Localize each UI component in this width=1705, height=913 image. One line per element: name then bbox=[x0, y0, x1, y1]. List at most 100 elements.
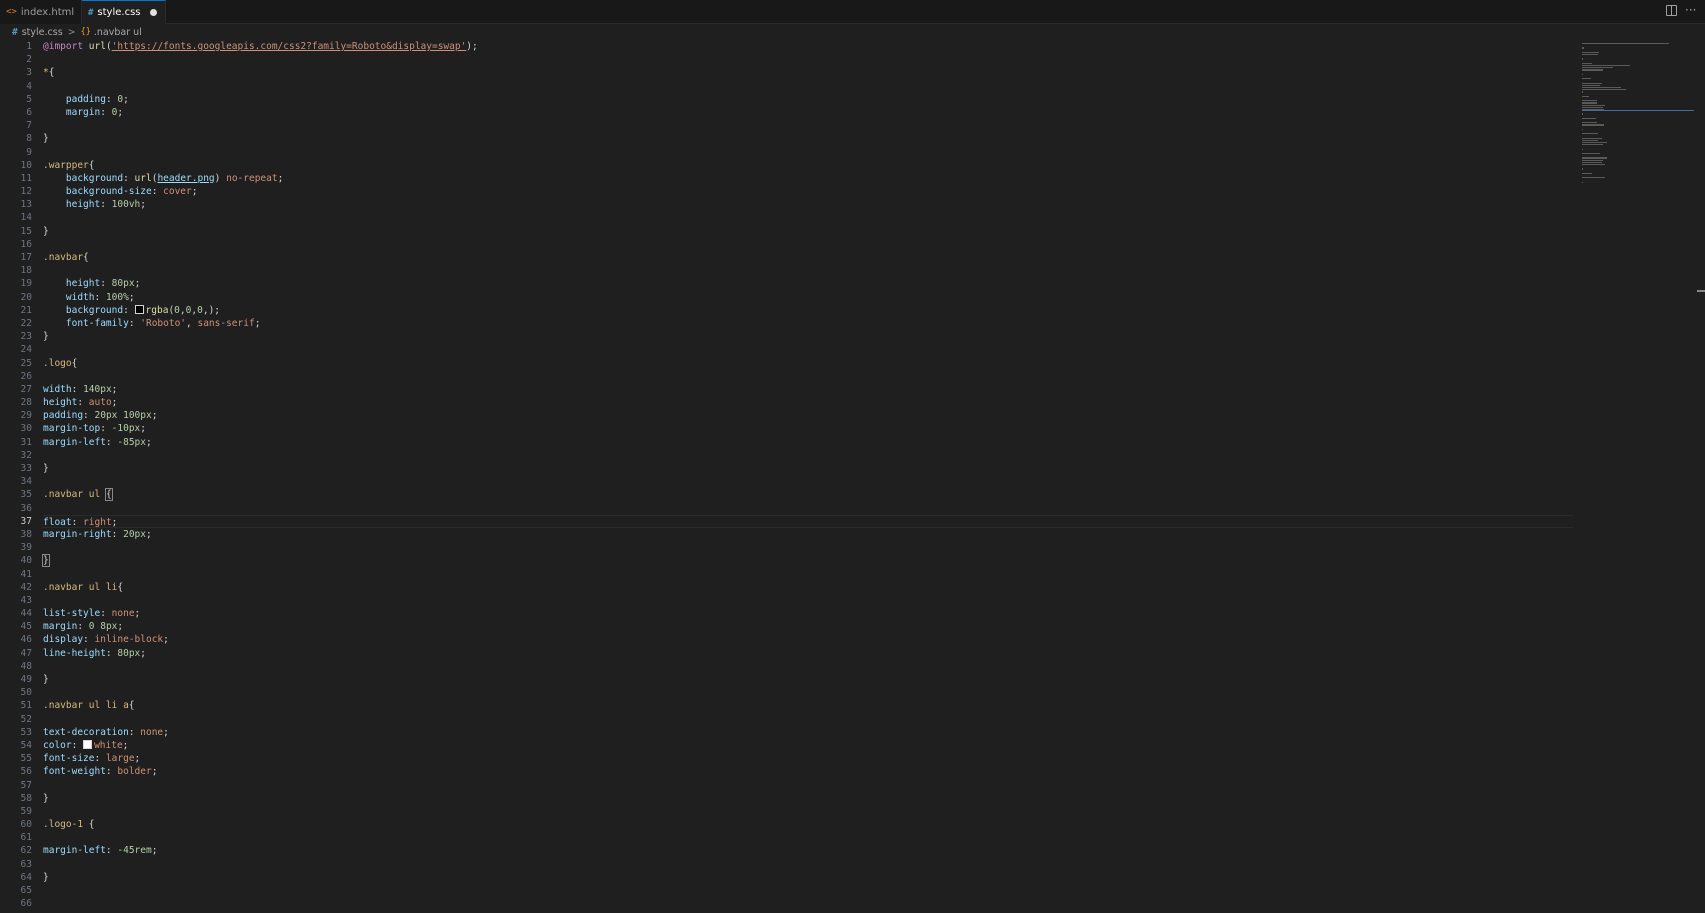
code-line[interactable] bbox=[43, 831, 1573, 844]
code-line[interactable]: margin-top: -10px; bbox=[43, 422, 1573, 435]
code-line[interactable] bbox=[43, 884, 1573, 897]
code-token: 80px bbox=[111, 278, 135, 290]
code-line[interactable] bbox=[43, 660, 1573, 673]
minimap[interactable] bbox=[1582, 40, 1694, 210]
code-line[interactable]: } bbox=[43, 132, 1573, 145]
code-line[interactable] bbox=[43, 713, 1573, 726]
breadcrumb-symbol[interactable]: .navbar ul bbox=[94, 27, 142, 38]
code-line[interactable]: float: right; bbox=[43, 514, 1573, 528]
tab-style-css[interactable]: # style.css bbox=[82, 0, 166, 24]
line-number: 38 bbox=[20, 528, 32, 540]
code-line[interactable]: text-decoration: none; bbox=[43, 726, 1573, 739]
code-line[interactable]: font-family: 'Roboto', sans-serif; bbox=[43, 317, 1573, 330]
code-line[interactable] bbox=[43, 449, 1573, 462]
code-line[interactable] bbox=[43, 146, 1573, 159]
line-number: 5 bbox=[26, 93, 32, 105]
code-line[interactable]: font-size: large; bbox=[43, 752, 1573, 765]
code-line[interactable]: margin-left: -85px; bbox=[43, 436, 1573, 449]
code-line[interactable]: list-style: none; bbox=[43, 607, 1573, 620]
code-line[interactable]: margin: 0; bbox=[43, 106, 1573, 119]
line-number: 28 bbox=[20, 397, 32, 409]
code-line[interactable] bbox=[43, 343, 1573, 356]
code-line[interactable] bbox=[43, 897, 1573, 910]
code-line[interactable] bbox=[43, 264, 1573, 277]
code-line[interactable]: margin: 0 8px; bbox=[43, 620, 1573, 633]
code-line[interactable] bbox=[43, 475, 1573, 488]
code-line[interactable]: padding: 0; bbox=[43, 93, 1573, 106]
code-line[interactable] bbox=[43, 686, 1573, 699]
code-line[interactable] bbox=[43, 568, 1573, 581]
code-line[interactable]: *{ bbox=[43, 66, 1573, 79]
line-number: 61 bbox=[20, 832, 32, 844]
line-number: 58 bbox=[20, 792, 32, 804]
split-editor-icon[interactable] bbox=[1666, 5, 1677, 16]
code-token: margin-left bbox=[43, 436, 106, 448]
code-line[interactable]: display: inline-block; bbox=[43, 633, 1573, 646]
minimap-line bbox=[1582, 164, 1605, 166]
code-line[interactable] bbox=[43, 541, 1573, 554]
code-line[interactable]: } bbox=[43, 462, 1573, 475]
code-line[interactable]: } bbox=[43, 871, 1573, 884]
code-line[interactable] bbox=[43, 502, 1573, 515]
code-token: : bbox=[100, 278, 112, 290]
line-number: 13 bbox=[20, 199, 32, 211]
code-line[interactable] bbox=[43, 370, 1573, 383]
code-line[interactable]: .navbar ul li a{ bbox=[43, 699, 1573, 712]
line-number: 19 bbox=[20, 278, 32, 290]
minimap-line bbox=[1582, 124, 1604, 126]
code-line[interactable]: line-height: 80px; bbox=[43, 647, 1573, 660]
code-line[interactable] bbox=[43, 53, 1573, 66]
code-token: rgba bbox=[145, 304, 169, 316]
code-line[interactable]: padding: 20px 100px; bbox=[43, 409, 1573, 422]
more-actions-icon[interactable]: ··· bbox=[1685, 3, 1696, 17]
code-line[interactable]: @import url('https://fonts.googleapis.co… bbox=[43, 40, 1573, 53]
code-line[interactable]: } bbox=[43, 673, 1573, 686]
code-token: : bbox=[105, 647, 118, 659]
tab-index-html[interactable]: <> index.html bbox=[0, 0, 82, 24]
code-line[interactable]: height: 80px; bbox=[43, 277, 1573, 290]
code-line[interactable] bbox=[43, 805, 1573, 818]
code-line[interactable]: } bbox=[43, 225, 1573, 238]
code-line[interactable] bbox=[43, 779, 1573, 792]
code-line[interactable]: .logo-1 { bbox=[43, 818, 1573, 831]
unsaved-changes-dot-icon[interactable] bbox=[150, 9, 157, 16]
code-line[interactable]: .navbar ul { bbox=[43, 488, 1573, 502]
code-line[interactable]: .navbar ul li{ bbox=[43, 581, 1573, 594]
code-line[interactable]: .warpper{ bbox=[43, 159, 1573, 172]
color-swatch-icon[interactable] bbox=[134, 304, 144, 314]
code-line[interactable]: height: 100vh; bbox=[43, 198, 1573, 211]
code-token: ; bbox=[163, 726, 169, 738]
code-line[interactable]: } bbox=[43, 792, 1573, 805]
code-line[interactable]: width: 140px; bbox=[43, 383, 1573, 396]
code-link[interactable]: header.png bbox=[157, 173, 214, 184]
code-line[interactable]: background: url(header.png) no-repeat; bbox=[43, 172, 1573, 185]
code-line[interactable] bbox=[43, 858, 1573, 871]
code-line[interactable]: width: 100%; bbox=[43, 291, 1573, 304]
code-line[interactable]: background: rgba(0,0,0,); bbox=[43, 304, 1573, 317]
code-line[interactable]: margin-left: -45rem; bbox=[43, 844, 1573, 857]
code-line[interactable]: background-size: cover; bbox=[43, 185, 1573, 198]
code-link[interactable]: 'https://fonts.googleapis.com/css2?famil… bbox=[112, 41, 467, 52]
code-line[interactable]: color: white; bbox=[43, 739, 1573, 752]
code-line[interactable]: .logo{ bbox=[43, 357, 1573, 370]
code-line[interactable]: } bbox=[42, 554, 1573, 568]
color-swatch-icon[interactable] bbox=[83, 739, 93, 749]
code-line[interactable] bbox=[43, 80, 1573, 93]
line-number: 53 bbox=[20, 726, 32, 738]
code-line[interactable] bbox=[43, 119, 1573, 132]
code-editor[interactable]: 1 2 3 4 5 6 7 8 9 10 11 12 13 14 15 16 17 18 19 20 21 22 23 24 2… bbox=[0, 40, 1705, 913]
code-line[interactable]: height: auto; bbox=[43, 396, 1573, 409]
code-line[interactable]: .navbar{ bbox=[43, 251, 1573, 264]
code-token: auto bbox=[88, 397, 112, 409]
breadcrumb-file[interactable]: style.css bbox=[22, 27, 63, 38]
code-line[interactable]: margin-right: 20px; bbox=[43, 528, 1573, 541]
code-line[interactable]: } bbox=[43, 330, 1573, 343]
code-line[interactable] bbox=[43, 594, 1573, 607]
code-token: : bbox=[94, 291, 106, 303]
code-area[interactable]: @import url('https://fonts.googleapis.co… bbox=[42, 40, 1573, 910]
code-line[interactable] bbox=[43, 211, 1573, 224]
code-line[interactable] bbox=[43, 238, 1573, 251]
scrollbar-marker[interactable] bbox=[1697, 290, 1705, 292]
code-line[interactable]: font-weight: bolder; bbox=[43, 765, 1573, 778]
